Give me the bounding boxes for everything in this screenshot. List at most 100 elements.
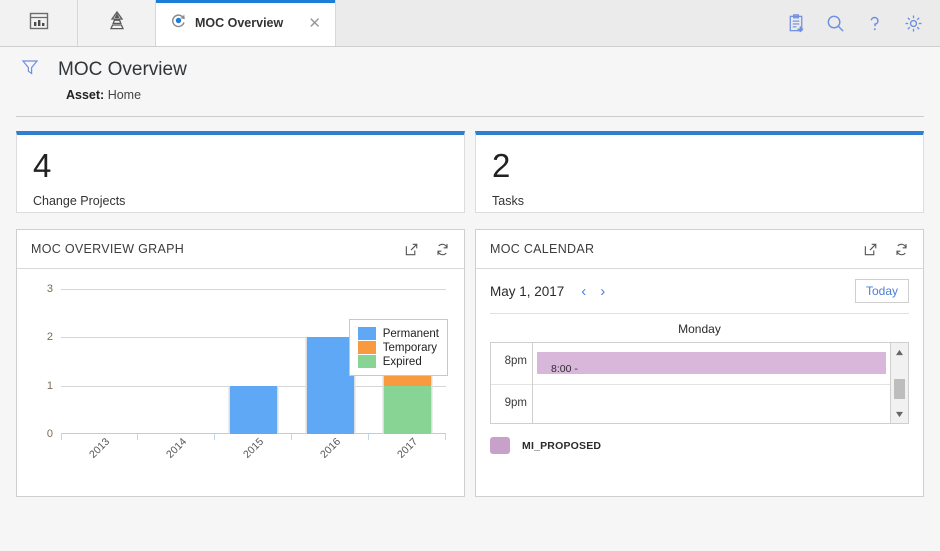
tab-moc-overview[interactable]: MOC Overview ✕	[156, 0, 336, 46]
calendar-legend-label: MI_PROPOSED	[522, 439, 602, 452]
calendar-hour-gutter: 8pm 9pm	[491, 343, 533, 423]
calendar-event[interactable]: 8:00 -	[537, 352, 886, 374]
calendar-legend: MI_PROPOSED	[476, 424, 923, 454]
calendar-hour-row: 8pm	[491, 343, 532, 384]
chart-y-tick-label: 1	[46, 379, 53, 392]
chart-x-tick-label: 2015	[240, 435, 266, 461]
calendar-hour-row: 9pm	[491, 384, 532, 425]
calendar-nav: ‹ ›	[578, 284, 608, 299]
asset-value: Home	[107, 88, 142, 102]
chart-x-label-slot: 2014	[138, 436, 215, 490]
chart-legend: Permanent Temporary Expired	[348, 319, 448, 376]
calendar-event-label: 8:00 -	[551, 363, 578, 374]
chart-legend-item[interactable]: Permanent	[357, 327, 439, 340]
chevron-left-icon[interactable]: ‹	[578, 284, 589, 299]
calendar-panel-title: MOC CALENDAR	[490, 242, 595, 256]
help-icon[interactable]	[864, 13, 885, 34]
kpi-card-change-projects[interactable]: 4 Change Projects	[16, 131, 465, 213]
chart-x-tick-label: 2017	[394, 435, 420, 461]
chart-legend-item[interactable]: Expired	[357, 355, 439, 368]
chart-legend-swatch	[357, 341, 376, 354]
filter-funnel-icon[interactable]	[20, 57, 40, 82]
scrollbar-thumb[interactable]	[894, 379, 905, 399]
calendar-current-date: May 1, 2017	[490, 283, 565, 299]
calendar-panel-actions	[863, 242, 909, 257]
chart-legend-label: Permanent	[382, 327, 439, 340]
calendar-hour-label: 9pm	[504, 397, 527, 409]
chart-bar-slot	[61, 289, 138, 434]
chart-bar-segment[interactable]	[384, 385, 431, 434]
chart-legend-swatch	[357, 355, 376, 368]
chart-x-label-slot: 2013	[61, 436, 138, 490]
tab-bar: MOC Overview ✕	[0, 0, 940, 47]
kpi-value: 2	[492, 147, 511, 184]
tab-label: MOC Overview	[195, 16, 284, 30]
close-icon[interactable]: ✕	[304, 14, 325, 33]
calendar-panel-body: May 1, 2017 ‹ › Today Monday 8pm 9pm 8:0…	[476, 269, 923, 496]
chevron-right-icon[interactable]: ›	[597, 284, 608, 299]
kpi-row: 4 Change Projects 2 Tasks	[0, 117, 940, 213]
panel-row: MOC OVERVIEW GRAPH 0 1 2 3 2013 2014 201…	[0, 213, 940, 497]
chart-x-axis-labels: 2013 2014 2015 2016 2017	[61, 436, 446, 490]
chart-bar[interactable]	[230, 385, 277, 434]
page-header: MOC Overview Asset: Home	[0, 47, 940, 117]
moc-calendar-panel: MOC CALENDAR May 1, 2017 ‹ › Today Monda…	[475, 229, 924, 497]
search-icon[interactable]	[825, 13, 846, 34]
bar-chart: 0 1 2 3 2013 2014 2015 2016 2017 Permanent Tempo…	[25, 277, 454, 490]
header-actions	[770, 0, 940, 46]
hierarchy-icon	[105, 9, 129, 38]
today-button[interactable]: Today	[854, 279, 909, 303]
tabbar-hierarchy-button[interactable]	[78, 0, 156, 46]
calendar-panel-header: MOC CALENDAR	[476, 230, 923, 269]
chart-y-tick-label: 3	[46, 283, 53, 295]
chart-x-label-slot: 2016	[292, 436, 369, 490]
graph-panel-body: 0 1 2 3 2013 2014 2015 2016 2017 Permanent Tempo…	[17, 269, 464, 496]
kpi-card-tasks[interactable]: 2 Tasks	[475, 131, 924, 213]
calendar-grid: 8pm 9pm 8:00 -	[490, 342, 909, 424]
calendar-toolbar: May 1, 2017 ‹ › Today	[476, 269, 923, 303]
open-external-icon[interactable]	[863, 242, 878, 257]
refresh-icon[interactable]	[894, 242, 909, 257]
asset-row: Asset: Home	[0, 82, 940, 102]
page-title-row: MOC Overview	[0, 57, 940, 82]
chart-x-tick-label: 2016	[317, 435, 343, 461]
moc-overview-graph-panel: MOC OVERVIEW GRAPH 0 1 2 3 2013 2014 201…	[16, 229, 465, 497]
page-title: MOC Overview	[58, 58, 187, 80]
graph-panel-actions	[404, 242, 450, 257]
new-record-icon[interactable]	[786, 13, 807, 34]
tabbar-dashboard-button[interactable]	[0, 0, 78, 46]
chart-bar-segment[interactable]	[307, 337, 354, 434]
graph-panel-title: MOC OVERVIEW GRAPH	[31, 242, 185, 256]
chart-x-label-slot: 2017	[369, 436, 446, 490]
open-external-icon[interactable]	[404, 242, 419, 257]
calendar-slots[interactable]: 8:00 -	[533, 343, 890, 423]
scroll-up-icon[interactable]	[891, 345, 908, 359]
chart-y-tick-label: 2	[46, 331, 53, 344]
chart-legend-label: Temporary	[382, 341, 438, 354]
chart-bar-slot	[215, 289, 292, 434]
chart-x-tick-label: 2014	[163, 435, 189, 461]
calendar-slot-divider	[533, 384, 890, 385]
chart-bar-segment[interactable]	[230, 385, 277, 434]
settings-icon[interactable]	[903, 13, 924, 34]
calendar-hour-label: 8pm	[504, 355, 527, 367]
chart-legend-item[interactable]: Temporary	[357, 341, 439, 354]
kpi-label: Change Projects	[33, 194, 126, 208]
dashboard-icon	[28, 10, 50, 37]
asset-label: Asset:	[66, 88, 105, 102]
chart-legend-swatch	[357, 327, 376, 340]
kpi-label: Tasks	[492, 194, 524, 208]
scroll-down-icon[interactable]	[891, 407, 908, 421]
graph-panel-header: MOC OVERVIEW GRAPH	[17, 230, 464, 269]
kpi-value: 4	[33, 147, 52, 184]
chart-y-tick-label: 0	[46, 428, 53, 440]
chart-legend-label: Expired	[382, 355, 422, 368]
chart-x-label-slot: 2015	[215, 436, 292, 490]
calendar-legend-swatch	[490, 437, 510, 454]
calendar-day-header: Monday	[678, 322, 721, 336]
chart-x-tick-label: 2013	[86, 435, 112, 461]
chart-bar[interactable]	[307, 337, 354, 434]
moc-cycle-icon	[170, 12, 187, 34]
refresh-icon[interactable]	[435, 242, 450, 257]
calendar-scrollbar[interactable]	[890, 343, 908, 423]
